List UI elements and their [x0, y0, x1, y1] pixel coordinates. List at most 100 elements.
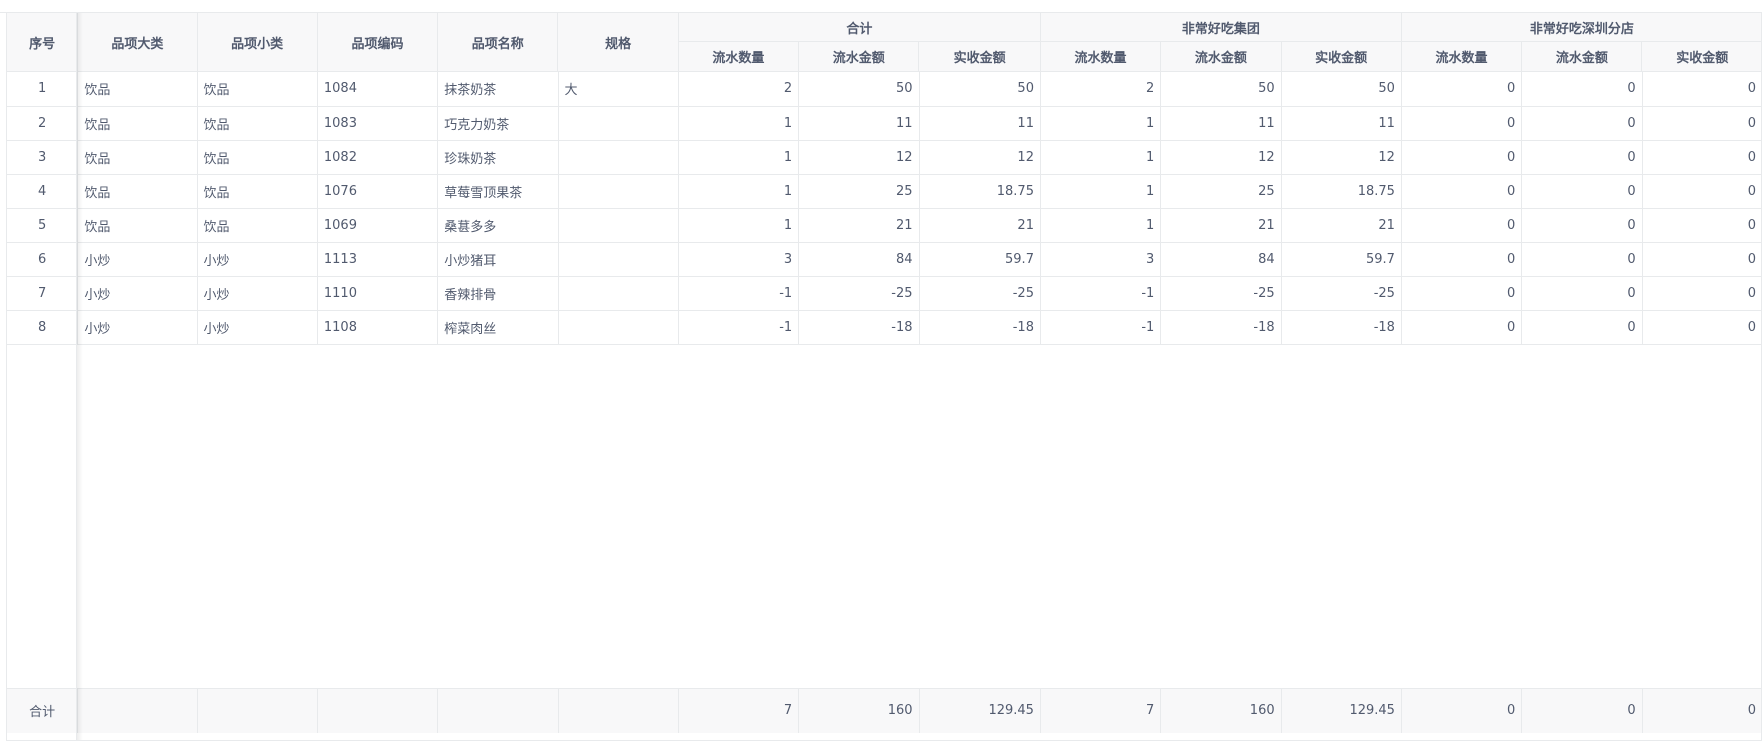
row-value: 0 [1521, 106, 1643, 141]
row-value: 0 [1401, 174, 1523, 209]
header-subcategory[interactable]: 品项小类 [197, 13, 318, 72]
row-value: 50 [1160, 72, 1282, 107]
header-fcgroup-received[interactable]: 实收金额 [1281, 41, 1402, 72]
header-total-received[interactable]: 实收金额 [918, 41, 1041, 72]
row-value: 12 [1281, 140, 1402, 175]
row-value: -18 [919, 310, 1041, 345]
row-index: 1 [7, 72, 79, 107]
row-name: 草莓雪顶果茶 [437, 174, 559, 209]
row-value: 50 [1281, 72, 1402, 107]
row-subcategory: 饮品 [197, 140, 318, 175]
row-value: 50 [919, 72, 1041, 107]
header-shenzhen-received[interactable]: 实收金额 [1641, 41, 1761, 72]
row-value: 0 [1401, 310, 1523, 345]
header-shenzhen-qty[interactable]: 流水数量 [1401, 41, 1523, 72]
row-value: 0 [1521, 208, 1643, 243]
header-code[interactable]: 品项编码 [317, 13, 439, 72]
row-value: 1 [678, 208, 800, 243]
header-total-amount[interactable]: 流水金额 [798, 41, 920, 72]
table-row[interactable]: 2 饮品 饮品 1083 巧克力奶茶 1 11 11 1 11 11 0 0 0 [7, 106, 1761, 141]
row-value: -18 [1281, 310, 1402, 345]
header-shenzhen-amount[interactable]: 流水金额 [1521, 41, 1643, 72]
row-value: 11 [798, 106, 920, 141]
row-category: 饮品 [77, 208, 198, 243]
row-value: 0 [1642, 72, 1761, 107]
table-summary-row: 合计 7 160 129.45 7 160 129.45 0 0 0 [7, 688, 1761, 733]
row-value: 12 [1160, 140, 1282, 175]
row-index: 5 [7, 208, 79, 243]
row-value: 0 [1401, 276, 1523, 311]
row-category: 饮品 [77, 106, 198, 141]
row-subcategory: 小炒 [197, 310, 318, 345]
row-index: 7 [7, 276, 79, 311]
row-name: 桑葚多多 [437, 208, 559, 243]
row-value: 0 [1401, 72, 1523, 107]
row-value: 1 [678, 106, 800, 141]
header-total-qty[interactable]: 流水数量 [678, 41, 800, 72]
summary-empty-cell [558, 688, 679, 733]
row-name: 榨菜肉丝 [437, 310, 559, 345]
row-name: 巧克力奶茶 [437, 106, 559, 141]
header-fcgroup-amount[interactable]: 流水金额 [1160, 41, 1282, 72]
row-category: 小炒 [77, 276, 198, 311]
row-value: -25 [798, 276, 920, 311]
row-value: 25 [798, 174, 920, 209]
row-value: 12 [919, 140, 1041, 175]
table-row[interactable]: 4 饮品 饮品 1076 草莓雪顶果茶 1 25 18.75 1 25 18.75 0 0 0 [7, 174, 1761, 209]
summary-label: 合计 [7, 688, 79, 733]
table-row[interactable]: 3 饮品 饮品 1082 珍珠奶茶 1 12 12 1 12 12 0 0 0 [7, 140, 1761, 175]
row-value: 0 [1521, 140, 1643, 175]
row-value: -25 [919, 276, 1041, 311]
row-spec: 大 [558, 72, 679, 107]
row-value: -18 [1160, 310, 1282, 345]
row-value: 0 [1642, 106, 1761, 141]
row-name: 香辣排骨 [437, 276, 559, 311]
row-value: 0 [1521, 276, 1643, 311]
row-value: 1 [1040, 174, 1162, 209]
summary-value: 0 [1401, 688, 1523, 733]
row-code: 1084 [317, 72, 439, 107]
row-value: 12 [798, 140, 920, 175]
header-index[interactable]: 序号 [7, 13, 79, 72]
header-name[interactable]: 品项名称 [437, 13, 559, 72]
summary-value: 7 [678, 688, 800, 733]
row-value: 11 [919, 106, 1041, 141]
header-category[interactable]: 品项大类 [77, 13, 198, 72]
table-row[interactable]: 5 饮品 饮品 1069 桑葚多多 1 21 21 1 21 21 0 0 0 [7, 208, 1761, 243]
row-value: 0 [1521, 174, 1643, 209]
summary-empty-cell [317, 688, 439, 733]
table-body: 1 饮品 饮品 1084 抹茶奶茶大 2 50 50 2 50 50 0 0 0 2 饮品 饮品 1083 巧克力奶… [7, 72, 1761, 345]
row-spec [558, 208, 679, 243]
row-value: 0 [1401, 106, 1523, 141]
row-value: 0 [1521, 242, 1643, 277]
row-value: 25 [1160, 174, 1282, 209]
summary-value: 7 [1040, 688, 1162, 733]
row-value: 1 [1040, 140, 1162, 175]
summary-empty-cell [437, 688, 559, 733]
row-value: 59.7 [1281, 242, 1402, 277]
row-index: 3 [7, 140, 79, 175]
table-row[interactable]: 7 小炒 小炒 1110 香辣排骨 -1 -25 -25 -1 -25 -25 0 0 0 [7, 276, 1761, 311]
header-spec[interactable]: 规格 [557, 13, 679, 72]
table-row[interactable]: 8 小炒 小炒 1108 榨菜肉丝 -1 -18 -18 -1 -18 -18 0 0 0 [7, 310, 1761, 345]
table-row[interactable]: 1 饮品 饮品 1084 抹茶奶茶大 2 50 50 2 50 50 0 0 0 [7, 72, 1761, 107]
row-category: 饮品 [77, 174, 198, 209]
table-row[interactable]: 6 小炒 小炒 1113 小炒猪耳 3 84 59.7 3 84 59.7 0 0 0 [7, 242, 1761, 277]
row-subcategory: 饮品 [197, 208, 318, 243]
row-name: 抹茶奶茶 [437, 72, 559, 107]
row-value: 0 [1642, 276, 1761, 311]
row-spec [558, 174, 679, 209]
header-group-total: 合计 [678, 13, 1041, 42]
row-name: 珍珠奶茶 [437, 140, 559, 175]
row-name: 小炒猪耳 [437, 242, 559, 277]
summary-empty-cell [197, 688, 318, 733]
row-value: 2 [678, 72, 800, 107]
row-value: 11 [1281, 106, 1402, 141]
row-index: 6 [7, 242, 79, 277]
row-spec [558, 242, 679, 277]
row-spec [558, 310, 679, 345]
summary-value: 160 [1160, 688, 1282, 733]
header-fcgroup-qty[interactable]: 流水数量 [1040, 41, 1162, 72]
row-value: 21 [1160, 208, 1282, 243]
row-code: 1113 [317, 242, 439, 277]
